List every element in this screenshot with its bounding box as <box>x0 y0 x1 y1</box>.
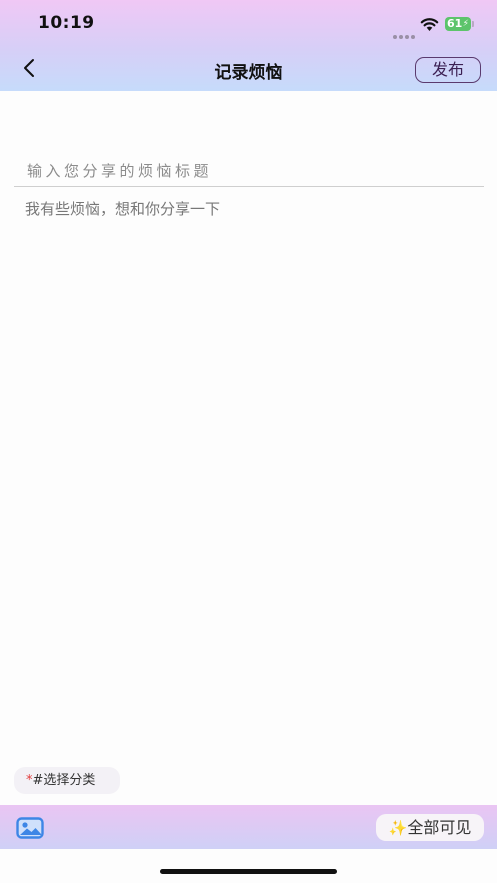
wifi-icon <box>420 18 439 31</box>
navigation-bar: 记录烦恼 发布 <box>0 46 497 91</box>
category-label: #选择分类 <box>32 773 96 788</box>
title-input[interactable] <box>14 156 484 187</box>
status-bar: 10:19 61 ⚡ <box>0 0 497 46</box>
home-indicator <box>160 869 337 874</box>
publish-button[interactable]: 发布 <box>415 57 481 83</box>
status-time: 10:19 <box>38 13 95 33</box>
cellular-signal-icon <box>393 24 417 43</box>
image-icon[interactable] <box>16 817 44 839</box>
content-textarea[interactable] <box>14 195 484 735</box>
bottom-toolbar: ✨全部可见 <box>0 805 497 849</box>
visibility-button[interactable]: ✨全部可见 <box>376 814 484 841</box>
battery-level: 61 <box>447 17 463 30</box>
visibility-label: 全部可见 <box>407 818 472 837</box>
sparkle-icon: ✨ <box>388 819 408 837</box>
select-category-button[interactable]: *#选择分类 <box>14 767 120 794</box>
charging-bolt-icon: ⚡ <box>462 19 469 29</box>
battery-icon: 61 ⚡ <box>445 17 474 31</box>
